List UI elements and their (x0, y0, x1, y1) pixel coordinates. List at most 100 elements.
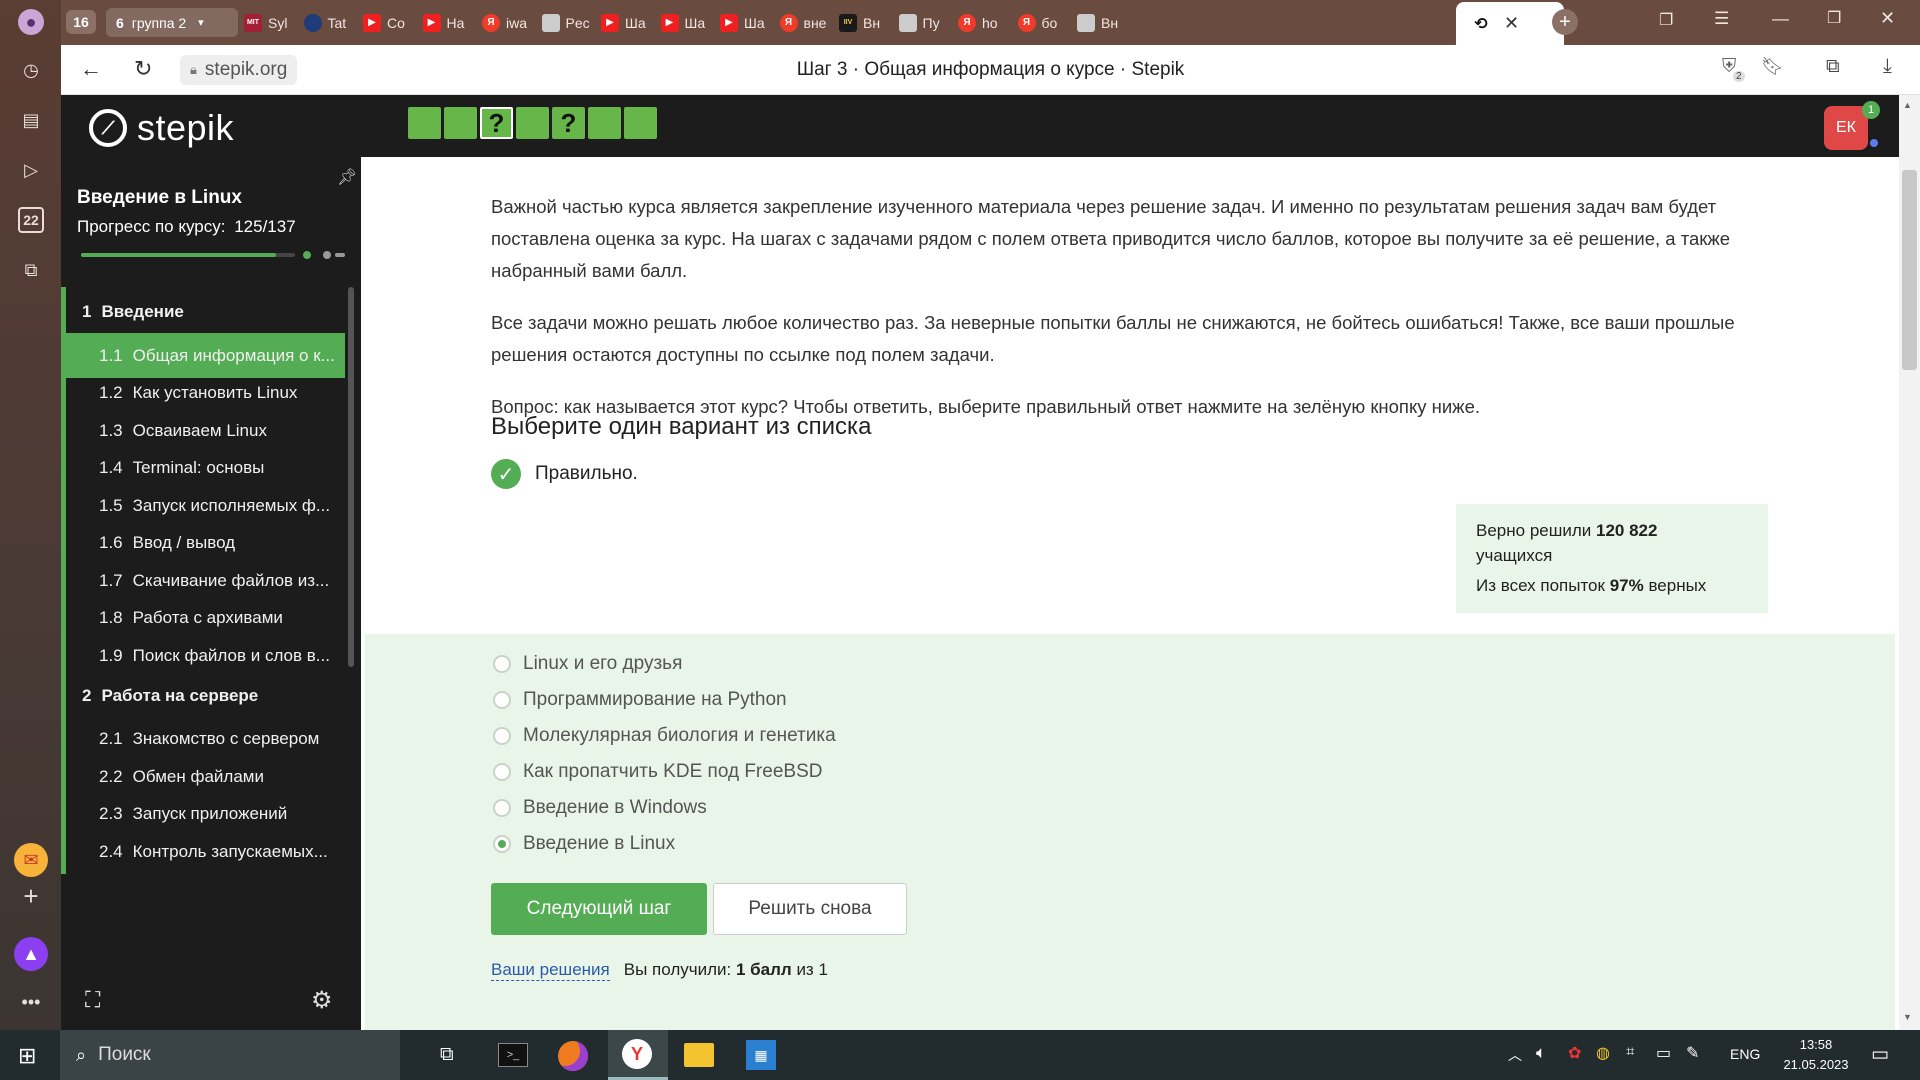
browser-tab[interactable]: Вн (1077, 6, 1139, 39)
pin-icon[interactable]: 📌︎ (337, 167, 357, 187)
tray-chevron-icon[interactable]: ︿ (1508, 1045, 1522, 1065)
browser-tab[interactable]: Tat (303, 6, 366, 39)
file-explorer-icon[interactable] (684, 1043, 714, 1067)
browser-tab[interactable]: Pec (541, 6, 604, 39)
tray-app-icon[interactable]: ✿ (1568, 1043, 1581, 1063)
history-icon[interactable]: ◷ (18, 57, 44, 83)
clock[interactable]: 13:58 21.05.2023 (1776, 1035, 1856, 1075)
screenshot-icon[interactable]: ⧉ (18, 257, 44, 283)
tab-counter[interactable]: 16 (66, 10, 96, 34)
reader-icon[interactable]: ⧉ (1826, 56, 1840, 78)
scroll-down-icon[interactable]: ▼ (1903, 1012, 1912, 1022)
settings-gear-icon[interactable]: ⚙ (311, 986, 333, 1015)
nav-number: 1.1 (99, 345, 123, 365)
browser-tab[interactable]: ▶ Ша (660, 6, 723, 39)
radio-button[interactable] (493, 691, 511, 709)
new-tab-button[interactable]: + (1552, 9, 1578, 35)
notifications-icon[interactable]: ▭ (1871, 1043, 1889, 1066)
tabs-overview-icon[interactable]: ❐ (1659, 10, 1673, 30)
nav-label: Поиск файлов и слов в... (132, 645, 330, 665)
browser-tab[interactable]: ▶ Ша (601, 6, 663, 39)
close-tab-icon[interactable]: ✕ (1504, 13, 1519, 34)
step-box[interactable]: ? (480, 107, 513, 139)
course-title[interactable]: Введение в Linux (77, 187, 242, 209)
step-box[interactable] (444, 107, 477, 139)
alice-icon[interactable]: ▲ (14, 937, 48, 971)
tray-app-icon[interactable]: ◍ (1596, 1043, 1610, 1063)
step-box[interactable] (588, 107, 621, 139)
answer-option[interactable]: Linux и его друзья (493, 653, 682, 675)
restore-icon[interactable]: ❐ (1827, 8, 1841, 28)
page-scrollbar[interactable]: ▲ ▼ (1899, 95, 1920, 1030)
tray-app-icon[interactable]: ⌗ (1626, 1043, 1634, 1060)
pen-icon[interactable]: ✎ (1686, 1043, 1699, 1063)
browser-tab[interactable]: ▶ Co (363, 6, 425, 39)
nav-section[interactable]: 2 Работа на сервере (61, 670, 345, 721)
add-panel-icon[interactable]: + (18, 881, 44, 911)
step-box[interactable] (624, 107, 657, 139)
app-icon[interactable]: ▦ (746, 1040, 776, 1070)
yt-favicon-icon: ▶ (660, 13, 679, 32)
firefox-app-icon[interactable] (558, 1041, 588, 1071)
answer-option[interactable]: Введение в Windows (493, 797, 707, 819)
tab-active[interactable]: ⟲ ✕ (1456, 2, 1564, 45)
browser-tab-label: Вн (1101, 14, 1119, 31)
answer-option[interactable]: Введение в Linux (493, 833, 675, 855)
browser-tab[interactable]: MIT Syl (244, 6, 306, 39)
download-icon[interactable]: ⤓ (1883, 55, 1892, 78)
solutions-link[interactable]: Ваши решения (491, 960, 610, 981)
step-box[interactable]: ? (552, 107, 585, 139)
collections-icon[interactable]: ▤ (18, 107, 44, 133)
stepik-logo[interactable]: ⟋ stepik (89, 107, 234, 149)
step-box[interactable] (408, 107, 441, 139)
browser-tab[interactable]: ▶ Ha (422, 6, 485, 39)
taskbar-search[interactable]: ⌕ Поиск (60, 1030, 400, 1080)
browser-tab[interactable]: Яho (958, 6, 1020, 39)
tab-group[interactable]: 6 группа 2 ▾ (106, 8, 238, 37)
nav-label: Обмен файлами (132, 766, 264, 786)
answer-option[interactable]: Как пропатчить KDE под FreeBSD (493, 761, 822, 783)
next-step-button[interactable]: Следующий шаг (491, 883, 707, 935)
bookmark-icon[interactable]: 🔖︎ (1761, 56, 1784, 77)
radio-button[interactable] (493, 799, 511, 817)
browser-tab[interactable]: IIV Вн (839, 6, 901, 39)
score-prefix: Вы получили: (623, 960, 732, 979)
fullscreen-icon[interactable]: ⛶ (85, 987, 100, 1013)
calendar-icon[interactable]: 22 (18, 207, 44, 233)
scroll-up-icon[interactable]: ▲ (1903, 100, 1912, 110)
answer-option[interactable]: Программирование на Python (493, 689, 787, 711)
answer-area: Linux и его друзья Программирование на Py… (365, 634, 1895, 1030)
step-box[interactable] (516, 107, 549, 139)
mail-app-icon[interactable]: ✉ (14, 843, 48, 877)
nav-label: Скачивание файлов из... (132, 570, 330, 590)
browser-tab[interactable]: Яiwa (482, 6, 544, 39)
language-indicator[interactable]: ENG (1730, 1046, 1760, 1062)
nav-lesson[interactable]: 2.4 Контроль запускаемых... (61, 829, 345, 874)
radio-button[interactable] (493, 727, 511, 745)
terminal-app-icon[interactable]: >_ (498, 1043, 528, 1067)
yandex-browser-app[interactable]: Y (608, 1030, 668, 1080)
close-window-icon[interactable]: ✕ (1880, 8, 1895, 29)
task-view-icon[interactable]: ⧉ (440, 1044, 454, 1066)
battery-icon[interactable]: ▭ (1656, 1043, 1671, 1063)
radio-button[interactable] (493, 655, 511, 673)
video-icon[interactable]: ▷ (18, 157, 44, 183)
retry-button[interactable]: Решить снова (713, 883, 907, 935)
browser-tab[interactable]: Пу (898, 6, 961, 39)
browser-tab[interactable]: Явне (779, 6, 842, 39)
more-icon[interactable]: ••• (18, 989, 44, 1015)
answer-option[interactable]: Молекулярная биология и генетика (493, 725, 836, 747)
scroll-thumb[interactable] (1902, 170, 1917, 370)
windows-start-icon[interactable]: ⊞ (18, 1043, 36, 1069)
radio-button[interactable] (493, 835, 511, 853)
volume-icon[interactable]: 🔈︎ (1536, 1043, 1546, 1063)
nav-number: 2.4 (99, 841, 123, 861)
browser-tab[interactable]: ▶ Ша (720, 6, 782, 39)
nav-scrollbar[interactable] (348, 287, 354, 667)
profile-icon[interactable]: ● (18, 9, 44, 35)
browser-tab[interactable]: Ябо (1017, 6, 1080, 39)
nav-section[interactable]: 1 Введение (61, 287, 345, 337)
radio-button[interactable] (493, 763, 511, 781)
minimize-icon[interactable]: — (1772, 9, 1789, 29)
menu-icon[interactable]: ☰ (1714, 9, 1729, 29)
